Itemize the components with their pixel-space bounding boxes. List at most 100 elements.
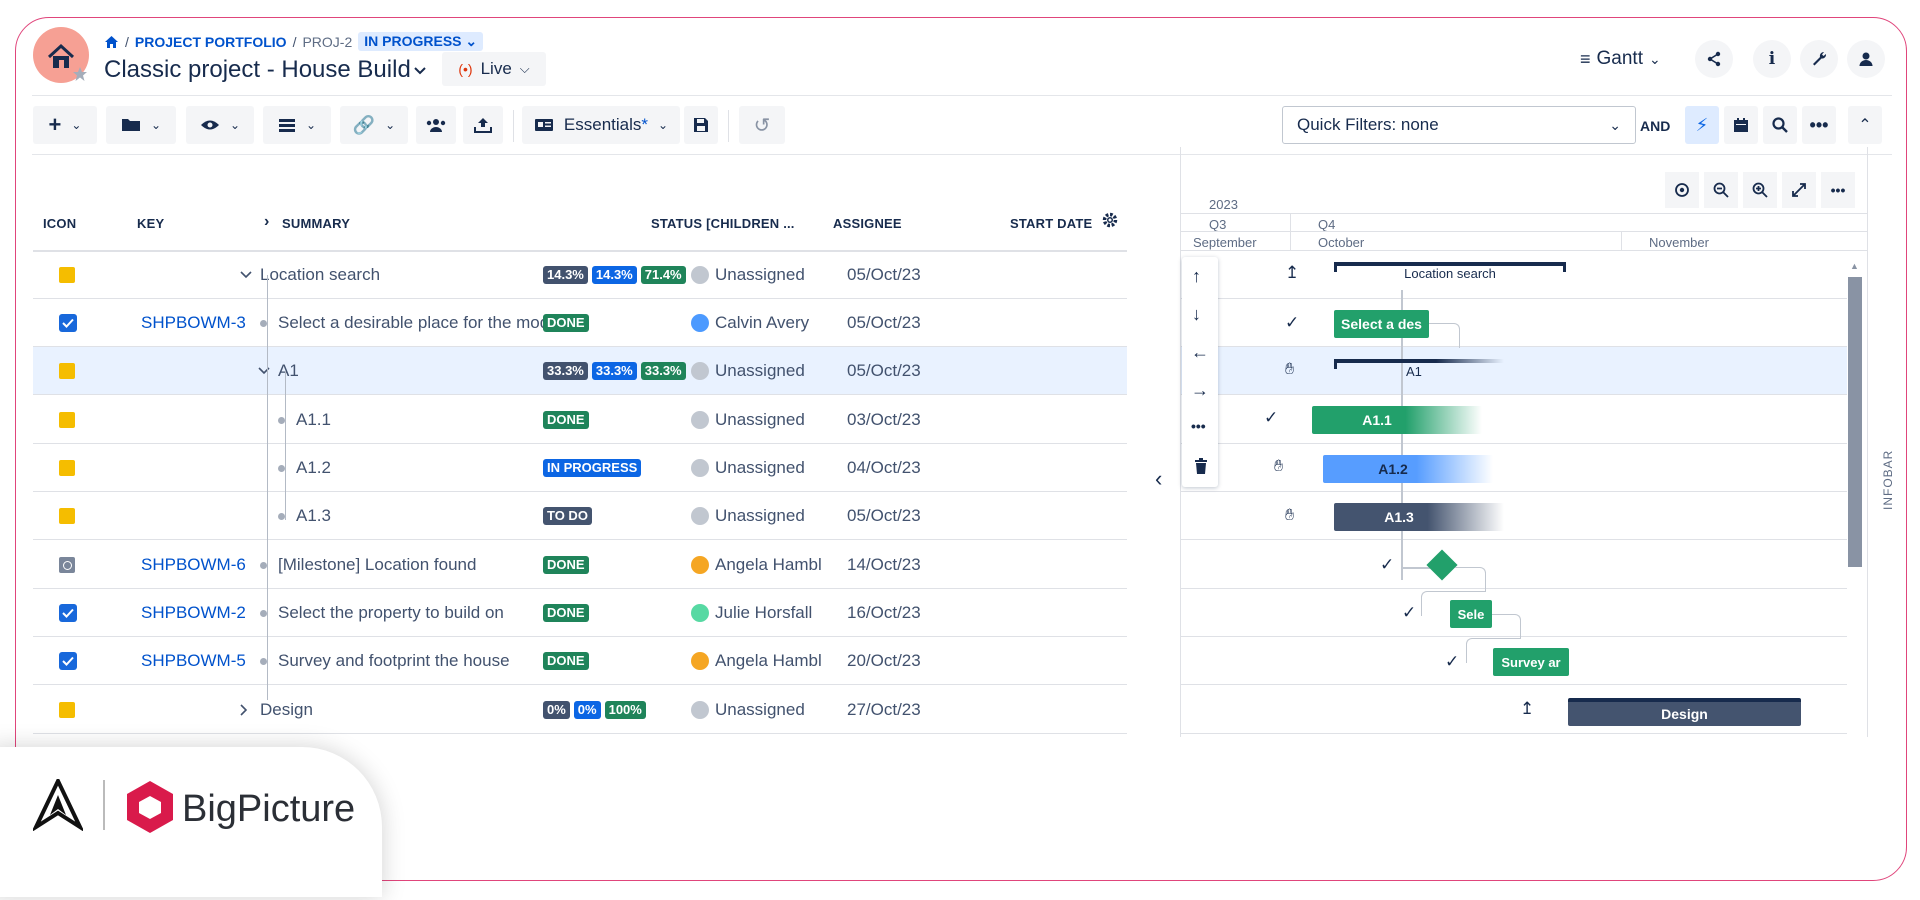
view-switcher[interactable]: ≡ Gantt ⌄	[1580, 48, 1661, 70]
collapse-panel-icon[interactable]: ‹	[1155, 466, 1162, 492]
essentials-view-dropdown[interactable]: Essentials* ⌄	[522, 106, 680, 144]
issue-key[interactable]: SHPBOWM-3	[141, 299, 246, 347]
collapse-header-button[interactable]: ⌃	[1848, 106, 1882, 144]
save-view-button[interactable]	[684, 106, 718, 144]
table-row[interactable]: A1 33.3% 33.3% 33.3% Unassigned 05/Oct/23	[33, 347, 1127, 395]
status-cell[interactable]: DONE	[543, 299, 593, 347]
chevron-down-icon[interactable]	[413, 66, 427, 76]
issue-summary[interactable]: Select the property to build on	[278, 589, 504, 637]
status-cell[interactable]: DONE	[543, 637, 593, 685]
gantt-bar-a1[interactable]	[1334, 359, 1504, 363]
resources-button[interactable]	[416, 106, 456, 144]
gantt-zoom-out-button[interactable]	[1704, 172, 1738, 208]
table-row[interactable]: SHPBOWM-6 [Milestone] Location found DONE A…	[33, 541, 1127, 589]
scroll-up-icon[interactable]: ▲	[1850, 261, 1859, 271]
columns-menu-button[interactable]: ⌄	[263, 106, 331, 144]
chevron-down-icon[interactable]	[258, 347, 270, 395]
more-icon[interactable]: •••	[1191, 418, 1206, 434]
column-header-summary[interactable]: SUMMARY	[282, 216, 350, 231]
status-cell[interactable]: DONE	[543, 396, 593, 444]
column-header-assignee[interactable]: ASSIGNEE	[833, 216, 902, 231]
assignee-cell[interactable]: Unassigned	[691, 444, 821, 492]
start-date[interactable]: 27/Oct/23	[847, 686, 921, 734]
column-header-key[interactable]: KEY	[137, 216, 164, 231]
link-menu-button[interactable]: 🔗 ⌄	[340, 106, 408, 144]
settings-button[interactable]	[1800, 40, 1838, 78]
export-button[interactable]	[463, 106, 503, 144]
quick-filters-select[interactable]: Quick Filters: none ⌄	[1282, 106, 1636, 144]
table-row[interactable]: Location search 14.3% 14.3% 71.4% Unassigned…	[33, 251, 1127, 299]
column-header-status[interactable]: STATUS [CHILDREN ...	[651, 216, 801, 231]
gantt-bar-select-place[interactable]: Select a des	[1334, 310, 1429, 338]
assignee-cell[interactable]: Unassigned	[691, 347, 821, 395]
issue-key[interactable]: SHPBOWM-5	[141, 637, 246, 685]
start-date[interactable]: 04/Oct/23	[847, 444, 921, 492]
issue-summary[interactable]: Location search	[260, 251, 380, 299]
start-date[interactable]: 03/Oct/23	[847, 396, 921, 444]
arrow-left-icon[interactable]: ←	[1191, 342, 1209, 363]
assignee-cell[interactable]: Unassigned	[691, 492, 821, 540]
automation-button[interactable]: ⚡︎	[1685, 106, 1719, 144]
infobar-toggle[interactable]: INFOBAR	[1881, 450, 1895, 510]
assignee-cell[interactable]: Unassigned	[691, 251, 821, 299]
status-cell[interactable]: IN PROGRESS	[543, 444, 645, 492]
table-row[interactable]: Design 0% 0% 100% Unassigned 27/Oct/23	[33, 686, 1127, 734]
gantt-more-button[interactable]: •••	[1821, 172, 1855, 208]
gantt-bar-a1-3[interactable]: A1.3	[1334, 503, 1504, 531]
chevron-right-icon[interactable]	[240, 686, 248, 734]
status-cell[interactable]: 33.3% 33.3% 33.3%	[543, 347, 690, 395]
issue-summary[interactable]: A1.1	[296, 396, 331, 444]
issue-summary[interactable]: A1.3	[296, 492, 331, 540]
table-row[interactable]: SHPBOWM-5 Survey and footprint the house D…	[33, 637, 1127, 685]
star-icon[interactable]	[72, 66, 88, 82]
arrow-right-icon[interactable]: →	[1191, 380, 1209, 401]
status-cell[interactable]: DONE	[543, 589, 593, 637]
start-date[interactable]: 20/Oct/23	[847, 637, 921, 685]
gantt-zoom-in-button[interactable]	[1743, 172, 1777, 208]
start-date[interactable]: 05/Oct/23	[847, 251, 921, 299]
move-up-icon[interactable]: ↥	[1520, 699, 1534, 719]
chevron-down-icon[interactable]	[240, 251, 252, 299]
gantt-bar-a1-1[interactable]: A1.1	[1312, 406, 1482, 434]
gantt-today-button[interactable]	[1665, 172, 1699, 208]
user-profile-button[interactable]	[1847, 40, 1885, 78]
trash-icon[interactable]	[1194, 458, 1208, 474]
column-header-icon[interactable]: ICON	[43, 216, 76, 231]
gantt-bar-survey[interactable]: Survey ar	[1493, 648, 1569, 676]
issue-key[interactable]: SHPBOWM-2	[141, 589, 246, 637]
search-button[interactable]	[1763, 106, 1797, 144]
add-menu-button[interactable]: + ⌄	[33, 106, 97, 144]
start-date[interactable]: 05/Oct/23	[847, 347, 921, 395]
start-date[interactable]: 05/Oct/23	[847, 299, 921, 347]
issue-summary[interactable]: Select a desirable place for the model h…	[278, 299, 545, 347]
move-up-icon[interactable]: ↥	[1285, 263, 1299, 283]
live-mode-dropdown[interactable]: (•) Live ⌵	[442, 52, 546, 86]
column-settings-icon[interactable]	[1101, 211, 1119, 229]
issue-key[interactable]: SHPBOWM-6	[141, 541, 246, 589]
assignee-cell[interactable]: Angela Hambleto	[691, 541, 821, 589]
breadcrumb-key[interactable]: PROJ-2	[302, 34, 352, 50]
issue-summary[interactable]: [Milestone] Location found	[278, 541, 476, 589]
table-row[interactable]: SHPBOWM-3 Select a desirable place for th…	[33, 299, 1127, 347]
status-cell[interactable]: DONE	[543, 541, 593, 589]
calendar-button[interactable]	[1724, 106, 1758, 144]
share-button[interactable]	[1695, 40, 1733, 78]
project-status-dropdown[interactable]: IN PROGRESS ⌄	[358, 32, 484, 51]
arrow-down-icon[interactable]: ↓	[1192, 304, 1201, 325]
gantt-bar-design[interactable]: Design	[1568, 698, 1801, 726]
table-row[interactable]: A1.2 IN PROGRESS Unassigned 04/Oct/23	[33, 444, 1127, 492]
status-cell[interactable]: 0% 0% 100%	[543, 686, 650, 734]
assignee-cell[interactable]: Julie Horsfall	[691, 589, 821, 637]
status-cell[interactable]: 14.3% 14.3% 71.4%	[543, 251, 690, 299]
arrow-up-icon[interactable]: ↑	[1192, 266, 1201, 287]
more-button[interactable]: •••	[1802, 106, 1836, 144]
assignee-cell[interactable]: Unassigned	[691, 396, 821, 444]
table-row[interactable]: SHPBOWM-2 Select the property to build on…	[33, 589, 1127, 637]
gantt-bar-select-property[interactable]: Sele	[1450, 600, 1492, 628]
issue-summary[interactable]: A1	[278, 347, 299, 395]
gantt-scrollbar[interactable]	[1848, 277, 1862, 567]
assignee-cell[interactable]: Angela Hambleto	[691, 637, 821, 685]
view-menu-button[interactable]: ⌄	[186, 106, 254, 144]
home-icon[interactable]	[104, 35, 119, 49]
gantt-bar-a1-2[interactable]: A1.2	[1323, 455, 1493, 483]
